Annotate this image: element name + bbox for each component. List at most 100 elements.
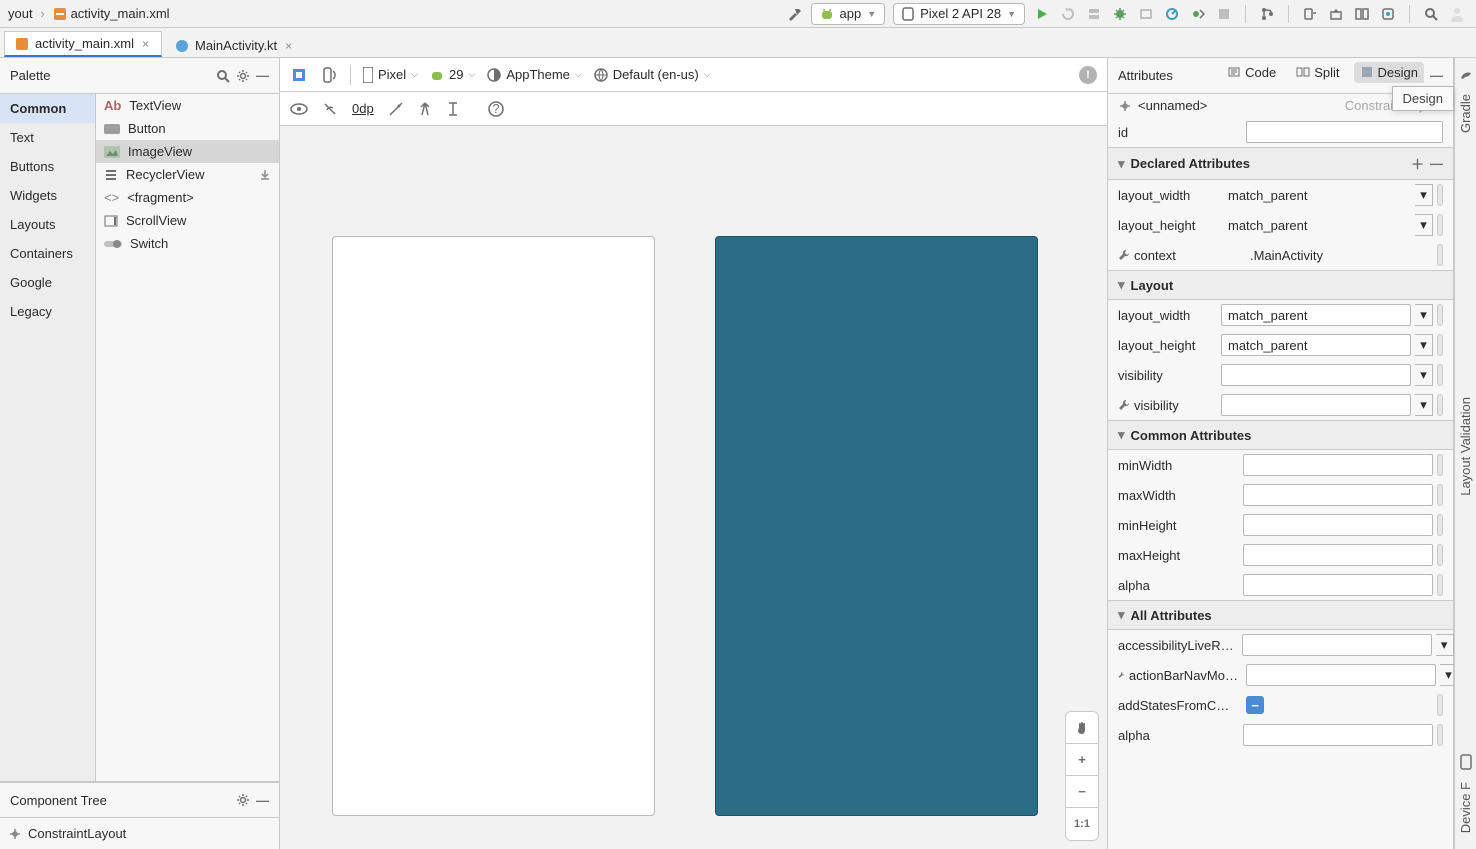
view-mode-design[interactable]: Design (1354, 62, 1424, 83)
attr-declared-layout-width-input[interactable] (1221, 184, 1411, 206)
attr-flag[interactable] (1437, 394, 1443, 416)
palette-item-scrollview[interactable]: ScrollView (96, 209, 279, 232)
palette-item-fragment[interactable]: <><fragment> (96, 186, 279, 209)
palette-cat-text[interactable]: Text (0, 123, 95, 152)
editor-tab-main-activity[interactable]: MainActivity.kt × (164, 33, 305, 57)
attr-flag[interactable] (1437, 334, 1443, 356)
design-preview-blueprint-off[interactable] (332, 236, 655, 816)
chevron-down-icon[interactable]: ▾ (1415, 304, 1433, 326)
attr-minwidth-input[interactable] (1243, 454, 1433, 476)
search-icon[interactable] (216, 69, 230, 83)
breadcrumb-folder[interactable]: yout (4, 6, 37, 21)
autoconnect-toggle-icon[interactable] (322, 101, 338, 117)
section-declared[interactable]: ▾ Declared Attributes ＋ — (1108, 147, 1453, 180)
git-branch-icon[interactable] (1258, 5, 1276, 23)
close-icon[interactable]: × (140, 37, 151, 51)
close-icon[interactable]: × (283, 39, 294, 53)
palette-item-button[interactable]: Button (96, 117, 279, 140)
palette-item-textview[interactable]: AbTextView (96, 94, 279, 117)
surface-select-icon[interactable] (290, 66, 308, 84)
attach-debugger-icon[interactable] (1189, 5, 1207, 23)
zoom-reset[interactable]: 1:1 (1066, 808, 1098, 840)
apply-code-changes-icon[interactable] (1085, 5, 1103, 23)
palette-item-recyclerview[interactable]: RecyclerView (96, 163, 279, 186)
toolwindow-device-file-explorer[interactable]: Device F (1458, 750, 1473, 843)
attr-all-alpha-input[interactable] (1243, 724, 1433, 746)
issues-icon[interactable]: ! (1079, 66, 1097, 84)
chevron-down-icon[interactable]: ▾ (1415, 394, 1433, 416)
chevron-down-icon[interactable]: ▾ (1415, 334, 1433, 356)
gear-icon[interactable] (236, 69, 250, 83)
resource-manager-icon[interactable] (1353, 5, 1371, 23)
editor-tab-activity-main[interactable]: activity_main.xml × (4, 31, 162, 57)
api-level-select[interactable]: 29⌵ (430, 67, 475, 82)
download-icon[interactable] (259, 169, 271, 181)
attr-all-1-input[interactable] (1242, 634, 1432, 656)
collapse-icon[interactable]: — (1430, 68, 1443, 83)
sync-project-icon[interactable] (1379, 5, 1397, 23)
search-everywhere-icon[interactable] (1422, 5, 1440, 23)
attr-flag[interactable] (1437, 184, 1443, 206)
attr-layout-height-input[interactable] (1221, 334, 1411, 356)
attr-maxwidth-input[interactable] (1243, 484, 1433, 506)
design-surface[interactable]: + − 1:1 (280, 126, 1107, 849)
device-select[interactable]: Pixel 2 API 28 ▼ (893, 3, 1025, 25)
attr-flag[interactable] (1437, 244, 1443, 266)
device-type-select[interactable]: Pixel⌵ (363, 67, 418, 83)
default-margin[interactable]: 0dp (352, 101, 374, 116)
palette-cat-containers[interactable]: Containers (0, 239, 95, 268)
locale-select[interactable]: Default (en-us)⌵ (594, 67, 711, 82)
palette-item-switch[interactable]: Switch (96, 232, 279, 255)
attr-all-2-input[interactable] (1246, 664, 1436, 686)
pan-tool[interactable] (1066, 712, 1098, 744)
attr-id-input[interactable] (1246, 121, 1443, 143)
remove-attribute-icon[interactable]: — (1430, 156, 1443, 171)
hammer-build-icon[interactable] (785, 5, 803, 23)
help-icon[interactable]: ? (488, 101, 504, 117)
toolwindow-gradle[interactable]: Gradle (1458, 64, 1473, 143)
chevron-down-icon[interactable]: ▾ (1436, 634, 1454, 656)
palette-item-imageview[interactable]: ImageView (96, 140, 279, 163)
attr-alpha-input[interactable] (1243, 574, 1433, 596)
avd-manager-icon[interactable] (1301, 5, 1319, 23)
orientation-toggle-icon[interactable] (320, 66, 338, 84)
sdk-manager-icon[interactable] (1327, 5, 1345, 23)
view-options-icon[interactable] (290, 103, 308, 115)
collapse-icon[interactable]: — (256, 68, 269, 83)
attr-flag[interactable] (1437, 454, 1443, 476)
zoom-in[interactable]: + (1066, 744, 1098, 776)
attr-layout-visibility-input[interactable] (1221, 364, 1411, 386)
indeterminate-checkbox-icon[interactable]: − (1246, 696, 1264, 714)
stop-icon[interactable] (1215, 5, 1233, 23)
section-common[interactable]: ▾Common Attributes (1108, 420, 1453, 450)
toolwindow-layout-validation[interactable]: Layout Validation (1458, 387, 1473, 506)
run-icon[interactable] (1033, 5, 1051, 23)
chevron-down-icon[interactable]: ▾ (1415, 184, 1433, 206)
view-mode-code[interactable]: Code (1221, 62, 1282, 83)
palette-cat-legacy[interactable]: Legacy (0, 297, 95, 326)
breadcrumb-file[interactable]: activity_main.xml (49, 6, 174, 21)
apply-changes-icon[interactable] (1059, 5, 1077, 23)
attr-flag[interactable] (1437, 514, 1443, 536)
profiler-icon[interactable] (1163, 5, 1181, 23)
coverage-icon[interactable] (1137, 5, 1155, 23)
attr-maxheight-input[interactable] (1243, 544, 1433, 566)
zoom-out[interactable]: − (1066, 776, 1098, 808)
infer-constraints-icon[interactable] (418, 101, 432, 117)
palette-cat-google[interactable]: Google (0, 268, 95, 297)
chevron-down-icon[interactable]: ▾ (1415, 214, 1433, 236)
section-layout[interactable]: ▾Layout (1108, 270, 1453, 300)
attr-flag[interactable] (1437, 544, 1443, 566)
chevron-down-icon[interactable]: ▾ (1415, 364, 1433, 386)
attr-declared-context-input[interactable] (1243, 244, 1433, 266)
run-config-select[interactable]: app ▼ (811, 3, 886, 25)
gear-icon[interactable] (236, 793, 250, 807)
attr-flag[interactable] (1437, 694, 1443, 716)
design-preview-blueprint-on[interactable] (715, 236, 1038, 816)
debug-icon[interactable] (1111, 5, 1129, 23)
attr-flag[interactable] (1437, 484, 1443, 506)
clear-constraints-icon[interactable] (388, 101, 404, 117)
section-all[interactable]: ▾All Attributes (1108, 600, 1453, 630)
guidelines-icon[interactable] (446, 101, 460, 117)
attr-layout-width-input[interactable] (1221, 304, 1411, 326)
